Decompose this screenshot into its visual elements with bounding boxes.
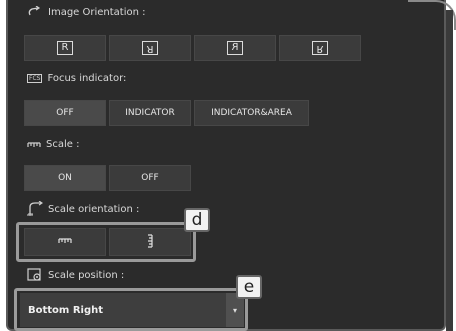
fcs-icon-text: FCS [27, 74, 43, 83]
ruler-icon [27, 141, 41, 149]
orientation-normal-glyph: R [57, 41, 73, 55]
scale-off-button[interactable]: OFF [109, 165, 191, 191]
scale-position-heading: Scale position : [27, 268, 124, 282]
callout-e: e [236, 275, 262, 299]
scale-label: Scale : [46, 139, 80, 150]
image-orientation-heading: Image Orientation : [27, 6, 146, 18]
image-orientation-label: Image Orientation : [48, 6, 146, 18]
scale-orientation-vertical-button[interactable] [109, 228, 191, 256]
orientation-rotate180-glyph: R [142, 41, 158, 55]
scrollbar[interactable] [446, 10, 453, 331]
scale-orientation-heading: Scale orientation : [27, 201, 139, 217]
orientation-flip-glyph: R [312, 41, 328, 55]
orientation-flip-button[interactable]: R [279, 35, 361, 61]
focus-off-button[interactable]: OFF [24, 100, 106, 126]
focus-indicator-heading: FCS Focus indicator: [27, 73, 126, 84]
scale-orientation-label: Scale orientation : [48, 203, 140, 215]
orientation-rotate180-button[interactable]: R [109, 35, 191, 61]
scale-position-icon [27, 268, 43, 282]
focus-indicator-area-button[interactable]: INDICATOR&AREA [194, 100, 309, 126]
orientation-mirror-button[interactable]: R [194, 35, 276, 61]
orientation-mirror-glyph: R [227, 41, 243, 55]
scale-on-button[interactable]: ON [24, 165, 106, 191]
focus-indicator-button[interactable]: INDICATOR [109, 100, 191, 126]
horizontal-scale-icon [58, 237, 72, 248]
scale-heading: Scale : [27, 139, 79, 150]
scale-position-dropdown[interactable]: Bottom Right [20, 293, 240, 327]
fcs-icon: FCS [27, 74, 43, 83]
scale-orientation-icon [27, 201, 43, 217]
scale-position-label: Scale position : [48, 269, 125, 281]
orientation-normal-button[interactable]: R [24, 35, 106, 61]
rotate-icon [27, 6, 43, 18]
scale-orientation-horizontal-button[interactable] [24, 228, 106, 256]
callout-d: d [184, 208, 210, 232]
focus-indicator-label: Focus indicator: [47, 73, 127, 84]
vertical-scale-icon [146, 233, 154, 251]
